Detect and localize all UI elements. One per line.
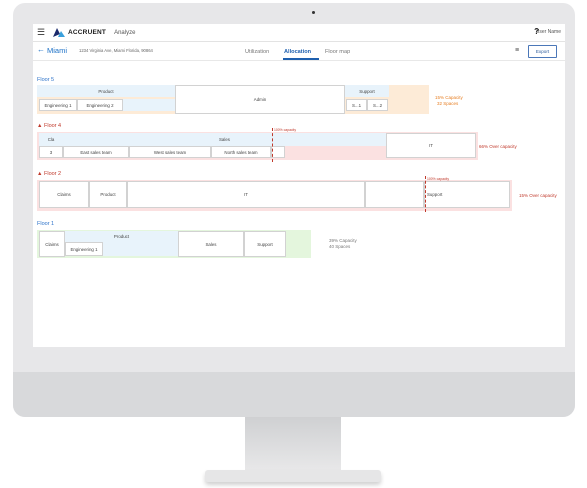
product-block[interactable]: Product: [89, 181, 127, 208]
floor-5-row[interactable]: Product Engineering 1 Engineering 2 Admi…: [37, 85, 429, 114]
user-menu[interactable]: User Name: [536, 29, 561, 35]
top-bar: ☰ ACCRUENT Analyze ? User Name: [33, 24, 565, 42]
admin-block[interactable]: Admin: [175, 85, 345, 114]
floor-2-capacity-note: 100% capacity: [427, 177, 450, 181]
product-label: Product: [98, 88, 114, 94]
monitor-stand: [245, 417, 341, 473]
floor-2-title-text: Floor 2: [43, 171, 62, 177]
list-view-icon[interactable]: ≡: [515, 47, 519, 54]
support-2-block[interactable]: S...2: [367, 99, 388, 111]
active-tab-indicator: [283, 58, 319, 60]
east-sales-team-block[interactable]: East sales team: [63, 146, 129, 158]
floor-5-spaces: 32 Spaces: [437, 101, 459, 106]
engineering-2-block[interactable]: Engineering 2: [77, 99, 123, 111]
it-block-floor-2[interactable]: IT: [127, 181, 365, 208]
product-spare: [123, 99, 175, 111]
product-spare-floor-1: [103, 242, 178, 256]
monitor-base: [205, 470, 381, 482]
floor-5-title[interactable]: Floor 5: [37, 77, 54, 83]
floor-4-title-text: Floor 4: [43, 123, 62, 129]
camera-dot: [312, 11, 315, 14]
location-name[interactable]: Miami: [47, 46, 67, 55]
floor-4-capacity-line: [272, 128, 273, 162]
it-block[interactable]: IT: [386, 133, 476, 158]
tab-utilization[interactable]: Utilization: [245, 49, 269, 55]
brand-name: ACCRUENT: [68, 29, 107, 36]
location-bar: ← Miami 1234 Virginia Ave, Miami Florida…: [33, 42, 565, 61]
floor-1-row[interactable]: Claims Product Engineering 1 Sales Suppo…: [37, 230, 311, 258]
tab-allocation[interactable]: Allocation: [284, 49, 311, 55]
floor-4-row[interactable]: Cla Sales 3 East sales team West sales t…: [37, 132, 478, 160]
floor-1-capacity: 39% Capacity 40 Spaces: [329, 238, 357, 250]
claims-block[interactable]: Claims: [39, 181, 89, 208]
product-group: Product: [37, 85, 175, 97]
export-button[interactable]: Export: [528, 45, 557, 58]
floor-5-capacity: 15% Capacity 32 Spaces: [435, 95, 463, 107]
floor-2-row[interactable]: Claims Product IT Support: [37, 180, 512, 211]
floor-4-capacity: 66% Over capacity: [479, 144, 517, 149]
monitor-chin: [13, 372, 575, 417]
menu-icon[interactable]: ☰: [37, 28, 45, 37]
engineering-1-block-floor-1[interactable]: Engineering 1: [65, 242, 103, 256]
location-address: 1234 Virginia Ave, Miami Florida, 90864: [79, 48, 153, 53]
app-screen: ☰ ACCRUENT Analyze ? User Name ← Miami 1…: [33, 24, 565, 347]
product-group-floor-1: Product: [65, 231, 178, 242]
floor-4-title[interactable]: ▲ Floor 4: [37, 123, 61, 129]
support-block-floor-1[interactable]: Support: [244, 231, 286, 257]
app-name: Analyze: [114, 29, 136, 36]
sales-block-floor-1[interactable]: Sales: [178, 231, 244, 257]
support-1-block[interactable]: S...1: [346, 99, 367, 111]
floor-2-capacity: 15% Over capacity: [519, 193, 557, 198]
back-arrow-icon[interactable]: ←: [37, 45, 45, 54]
floor-4-capacity-note: 100% capacity: [274, 128, 297, 132]
desktop-scene: ☰ ACCRUENT Analyze ? User Name ← Miami 1…: [0, 0, 587, 488]
support-group: Support: [345, 85, 389, 97]
north-sales-team-block[interactable]: North sales team: [211, 146, 271, 158]
floor-1-spaces: 40 Spaces: [329, 244, 351, 249]
floor-2-title[interactable]: ▲ Floor 2: [37, 171, 61, 177]
tab-floor-map[interactable]: Floor map: [325, 49, 350, 55]
floor-1-title[interactable]: Floor 1: [37, 221, 54, 227]
engineering-1-block[interactable]: Engineering 1: [39, 99, 77, 111]
cla-group: Cla: [39, 133, 63, 146]
empty-block[interactable]: [365, 181, 424, 208]
support-block-floor-2[interactable]: Support: [424, 181, 510, 208]
cla-3-block[interactable]: 3: [39, 146, 63, 158]
floor-2-capacity-line: [425, 176, 426, 212]
sales-group: Sales: [63, 133, 386, 146]
west-sales-team-block[interactable]: West sales team: [129, 146, 211, 158]
sales-extra-block[interactable]: [271, 146, 285, 158]
accruent-logo-icon: [53, 28, 65, 37]
claims-block-floor-1[interactable]: Claims: [39, 231, 65, 257]
